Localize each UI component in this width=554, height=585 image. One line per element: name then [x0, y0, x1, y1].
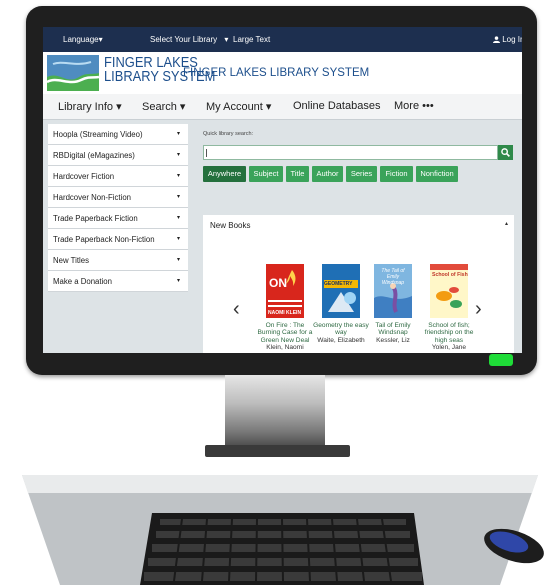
- book-card[interactable]: GEOMETRY Geometry the easy way Waite, El…: [312, 264, 370, 344]
- book-title-link[interactable]: Geometry the easy way: [312, 322, 370, 337]
- sidebar-item-label: RBDigital (eMagazines): [53, 151, 135, 160]
- monitor-screen: Language▾ Select Your Library ▾ Large Te…: [43, 27, 522, 353]
- cover-title-text: The Tail of Emily Windsnap: [381, 268, 405, 286]
- new-books-title: New Books: [210, 221, 251, 230]
- top-utility-bar: Language▾ Select Your Library ▾ Large Te…: [43, 27, 522, 52]
- cover-title-text: School of Fish: [432, 272, 468, 278]
- large-text-link[interactable]: Large Text: [233, 35, 270, 44]
- sidebar-item-new-titles[interactable]: New Titles ▾: [48, 250, 188, 271]
- chevron-down-icon: ▾: [176, 215, 180, 221]
- site-title: FINGER LAKES LIBRARY SYSTEM: [183, 67, 370, 79]
- sidebar-item-hardcover-nonfiction[interactable]: Hardcover Non-Fiction ▾: [48, 187, 188, 208]
- book-card[interactable]: The Tail of Emily Windsnap Tail of Emily…: [364, 264, 422, 344]
- keyboard-icon: [22, 475, 538, 585]
- filter-title-button[interactable]: Title: [286, 166, 309, 182]
- book-cover-image[interactable]: The Tail of Emily Windsnap: [374, 264, 412, 318]
- sidebar-item-trade-paperback-fiction[interactable]: Trade Paperback Fiction ▾: [48, 208, 188, 229]
- geometry-cover-art: [322, 264, 360, 318]
- login-link[interactable]: Log In: [493, 35, 522, 44]
- language-dropdown[interactable]: Language▾: [63, 35, 103, 44]
- cover-title-text: ON: [269, 276, 287, 290]
- menu-my-account[interactable]: My Account ▾: [206, 100, 271, 113]
- book-author: Klein, Naomi: [266, 343, 304, 351]
- cover-title-text: GEOMETRY: [324, 281, 353, 287]
- select-library-label: Select Your Library: [150, 35, 218, 44]
- chevron-down-icon: ▾: [176, 278, 180, 284]
- search-button[interactable]: [498, 145, 513, 160]
- sidebar-item-label: Trade Paperback Fiction: [53, 214, 138, 223]
- chevron-down-icon: ▾: [176, 131, 180, 137]
- book-cover-image[interactable]: GEOMETRY: [322, 264, 360, 318]
- book-author: Kessler, Liz: [376, 336, 410, 344]
- monitor-stand-base: [205, 445, 350, 457]
- chevron-down-icon: ▾: [176, 236, 180, 242]
- power-led: [489, 354, 513, 366]
- chevron-down-icon: ▾: [176, 173, 180, 179]
- mouse-icon: [484, 528, 544, 564]
- sidebar: Hoopla (Streaming Video) ▾ RBDigital (eMa…: [48, 124, 188, 292]
- sidebar-item-hoopla[interactable]: Hoopla (Streaming Video) ▾: [48, 124, 188, 145]
- sidebar-item-make-a-donation[interactable]: Make a Donation ▾: [48, 271, 188, 292]
- site-header: FINGER LAKES LIBRARY SYSTEM FINGER LAKES…: [43, 52, 522, 94]
- menu-search[interactable]: Search ▾: [142, 100, 185, 113]
- chevron-down-icon: ▾: [176, 194, 180, 200]
- book-cover-image[interactable]: School of Fish: [430, 264, 468, 318]
- filter-subject-button[interactable]: Subject: [249, 166, 283, 182]
- menu-library-info[interactable]: Library Info ▾: [58, 100, 122, 113]
- sidebar-item-label: Hardcover Fiction: [53, 172, 115, 181]
- menu-online-databases[interactable]: Online Databases: [293, 100, 380, 112]
- quick-search-label: Quick library search:: [203, 131, 254, 137]
- filter-fiction-button[interactable]: Fiction: [380, 166, 413, 182]
- book-card[interactable]: School of Fish School of fish; friendshi…: [420, 264, 478, 351]
- sidebar-item-label: Trade Paperback Non-Fiction: [53, 235, 155, 244]
- filter-nonfiction-button[interactable]: Nonfiction: [416, 166, 458, 182]
- filter-series-button[interactable]: Series: [346, 166, 377, 182]
- book-title-link[interactable]: School of fish; friendship on the high s…: [420, 322, 478, 344]
- user-icon: [493, 36, 500, 43]
- book-title-link[interactable]: Tail of Emily Windsnap: [364, 322, 422, 337]
- sidebar-item-label: Hardcover Non-Fiction: [53, 193, 131, 202]
- book-cover-image[interactable]: ON NAOMI KLEIN: [266, 264, 304, 318]
- chevron-down-icon: ▾: [176, 152, 180, 158]
- search-icon: [501, 148, 510, 157]
- sidebar-item-rbdigital[interactable]: RBDigital (eMagazines) ▾: [48, 145, 188, 166]
- book-author: Waite, Elizabeth: [317, 336, 365, 344]
- menu-more[interactable]: More •••: [394, 100, 434, 112]
- chevron-down-icon: ▾: [176, 257, 180, 263]
- book-title-link[interactable]: On Fire : The Burning Case for a Green N…: [256, 322, 314, 344]
- cover-author-text: NAOMI KLEIN: [268, 310, 302, 316]
- new-books-panel: New Books ▴ ‹ › ON NAOMI KLEIN On Fire :…: [203, 215, 514, 353]
- select-library-dropdown[interactable]: Select Your Library ▾: [150, 35, 228, 44]
- quick-search-input[interactable]: [203, 145, 498, 160]
- main-menu: Library Info ▾ Search ▾ My Account ▾ Onl…: [43, 94, 522, 120]
- sidebar-item-hardcover-fiction[interactable]: Hardcover Fiction ▾: [48, 166, 188, 187]
- filter-author-button[interactable]: Author: [312, 166, 343, 182]
- chevron-down-icon: ▾: [224, 35, 229, 44]
- finger-lakes-logo-icon[interactable]: [47, 55, 99, 91]
- carousel-prev-button[interactable]: ‹: [233, 299, 240, 319]
- monitor-stand-neck: [225, 375, 325, 445]
- chevron-up-icon[interactable]: ▴: [505, 220, 508, 227]
- sidebar-item-trade-paperback-nonfiction[interactable]: Trade Paperback Non-Fiction ▾: [48, 229, 188, 250]
- sidebar-item-label: Make a Donation: [53, 277, 112, 286]
- desktop-computer-scene: Language▾ Select Your Library ▾ Large Te…: [0, 0, 554, 585]
- book-card[interactable]: ON NAOMI KLEIN On Fire : The Burning Cas…: [256, 264, 314, 351]
- sidebar-item-label: New Titles: [53, 256, 89, 265]
- login-label: Log In: [502, 35, 522, 44]
- filter-anywhere-button[interactable]: Anywhere: [203, 166, 246, 182]
- sidebar-item-label: Hoopla (Streaming Video): [53, 130, 143, 139]
- book-author: Yolen, Jane: [431, 343, 467, 351]
